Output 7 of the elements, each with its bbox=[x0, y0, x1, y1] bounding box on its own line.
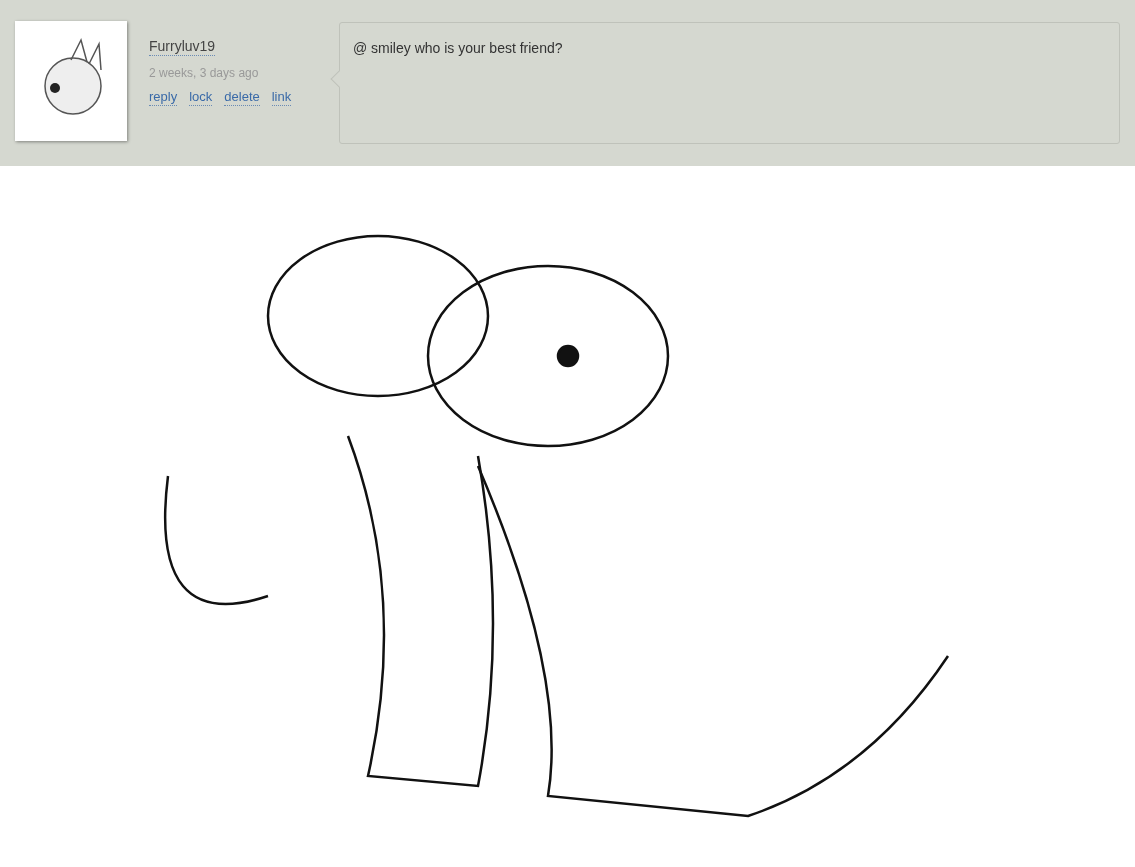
comment-time: 2 weeks, 3 days ago bbox=[149, 65, 260, 82]
author-name[interactable]: Furryluv19 bbox=[149, 37, 216, 56]
comment-message: @ smiley who is your best friend? bbox=[353, 40, 563, 56]
action-link[interactable]: delete bbox=[224, 89, 260, 106]
action-link[interactable]: reply bbox=[149, 89, 178, 106]
action-link[interactable]: link bbox=[271, 89, 292, 106]
action-link[interactable]: lock bbox=[189, 89, 213, 106]
